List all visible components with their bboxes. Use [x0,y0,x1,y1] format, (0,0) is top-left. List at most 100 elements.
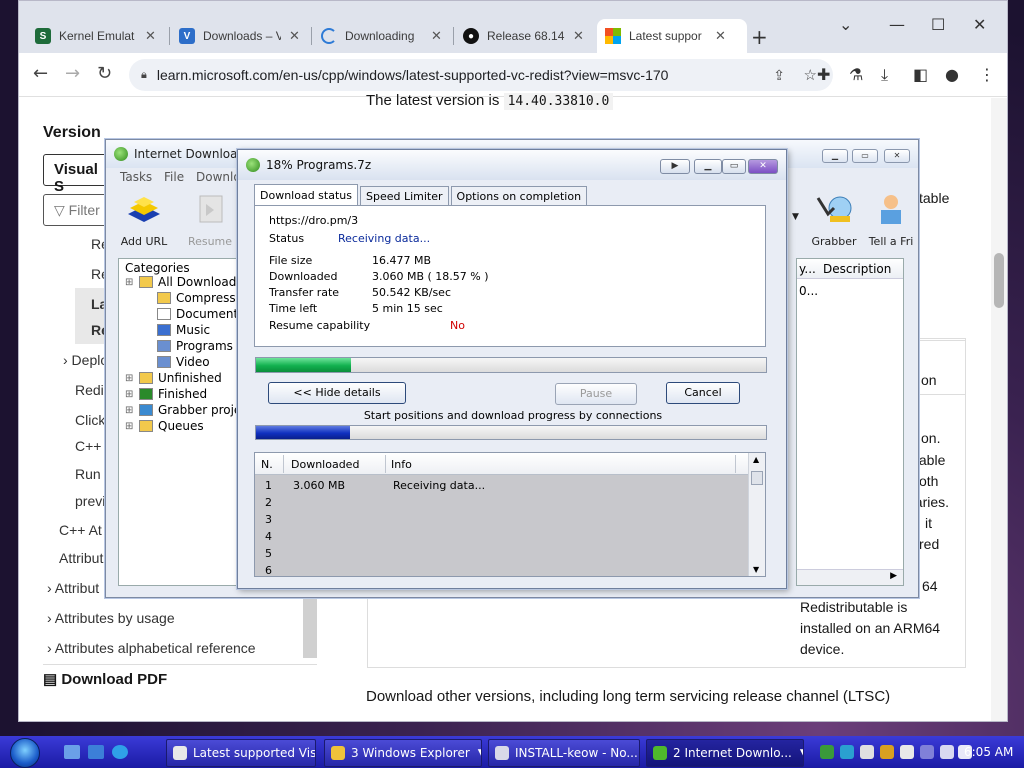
network-tray-icon[interactable] [840,745,854,759]
column-header[interactable]: y... [799,262,816,276]
maximize-icon[interactable]: ☐ [931,15,945,34]
profile-avatar-icon[interactable]: ● [945,65,959,84]
taskbar-button[interactable]: Latest supported Vis... [166,739,316,767]
column-header-downloaded[interactable]: Downloaded [291,458,359,471]
expand-icon[interactable]: ⊞ [125,373,133,384]
forward-arrow-icon[interactable]: → [65,63,80,84]
close-icon[interactable]: ✕ [884,149,910,163]
close-icon[interactable]: ✕ [748,159,778,174]
category-item[interactable]: ⊞ Unfinished [125,371,222,385]
connection-row[interactable]: 5 [255,545,750,562]
sidepanel-icon[interactable]: ◧ [913,65,928,84]
pause-button[interactable]: Pause [555,383,637,405]
close-icon[interactable]: ✕ [715,28,726,44]
close-icon[interactable]: ✕ [289,28,300,44]
category-item[interactable]: Compresse [157,291,243,305]
idm-menu-file[interactable]: File [164,170,184,184]
idm-menu-downloads[interactable]: Downlo [196,170,241,184]
bookmark-star-icon[interactable]: ☆ [804,66,817,84]
extensions-puzzle-icon[interactable]: ✚ [817,65,830,84]
tab-options-on-completion[interactable]: Options on completion [450,186,588,206]
category-item[interactable]: ⊞ All Downloads [125,275,243,289]
idm-menu-tasks[interactable]: Tasks [120,170,152,184]
maximize-icon[interactable]: ▭ [852,149,878,163]
scroll-right-icon[interactable]: ▶ [890,571,897,581]
category-item[interactable]: ⊞ Finished [125,387,207,401]
toc-item[interactable]: Attribut [59,550,103,566]
taskbar-button[interactable]: 2 Internet Downlo...▼ [646,739,804,767]
menu-kebab-icon[interactable]: ⋮ [979,65,995,84]
category-item[interactable]: Programs [157,339,233,353]
toc-item[interactable]: › Deplo [63,352,108,368]
column-header-description[interactable]: Description [823,262,891,276]
category-item[interactable]: Video [157,355,210,369]
hide-details-button[interactable]: << Hide details [268,382,406,404]
expand-icon[interactable]: ⊞ [125,421,133,432]
close-icon[interactable]: ✕ [145,28,156,44]
toc-item[interactable]: › Attributes alphabetical reference [47,640,256,656]
taskbar-button[interactable]: INSTALL-keow - No... [488,739,640,767]
column-header-n[interactable]: N. [261,458,273,471]
page-scrollbar[interactable] [991,98,1007,721]
tell-a-friend-button[interactable]: Tell a Fri [862,192,920,248]
tab-download-status[interactable]: Download status [254,184,358,206]
download-pdf-link[interactable]: ▤ Download PDF [43,670,167,688]
new-tab-button[interactable]: + [751,25,768,49]
chevron-down-icon[interactable]: ⌄ [839,15,852,34]
tab-speed-limiter[interactable]: Speed Limiter [359,186,449,206]
scroll-down-icon[interactable]: ▼ [753,565,759,574]
horizontal-scrollbar[interactable]: ▶ [797,569,903,585]
internet-explorer-icon[interactable] [112,745,128,759]
toc-item[interactable]: › Attributes by usage [47,610,175,626]
chevron-down-icon[interactable]: ▼ [470,748,481,758]
switch-windows-icon[interactable] [88,745,104,759]
minimize-icon[interactable]: ▁ [822,149,848,163]
tray-flag-icon[interactable] [900,745,914,759]
download-icon[interactable]: ⤓ [881,65,888,85]
connection-row[interactable]: 2 [255,494,750,511]
minimize-icon[interactable]: — [889,15,905,34]
connection-row[interactable]: 1 3.060 MB Receiving data... [255,477,750,494]
restore-icon[interactable]: ▭ [722,159,746,174]
idm-tray-icon[interactable] [820,745,834,759]
reload-icon[interactable]: ↻ [97,63,112,84]
address-bar[interactable]: 🔒︎ learn.microsoft.com/en-us/cpp/windows… [129,59,833,91]
chevron-down-icon[interactable]: ▼ [792,748,803,758]
back-arrow-icon[interactable]: ← [33,63,48,84]
shield-icon[interactable] [880,745,894,759]
add-url-button[interactable]: Add URL [114,192,174,248]
cancel-button[interactable]: Cancel [666,382,740,404]
category-item[interactable]: Documents [157,307,244,321]
minimize-icon[interactable]: ▁ [694,159,722,174]
connection-row[interactable]: 4 [255,528,750,545]
scroll-up-icon[interactable]: ▲ [753,455,759,464]
toc-item[interactable]: C++ At [59,522,102,538]
column-header-info[interactable]: Info [391,458,412,471]
expand-icon[interactable]: ⊞ [125,405,133,416]
connections-scrollbar-thumb[interactable] [751,471,763,485]
close-icon[interactable]: ✕ [573,28,584,44]
expand-icon[interactable]: ⊞ [125,389,133,400]
show-desktop-icon[interactable] [64,745,80,759]
page-scrollbar-thumb[interactable] [994,253,1004,308]
toc-item[interactable]: › Attribut [47,580,99,596]
grabber-button[interactable]: Grabber [804,192,864,248]
connection-row[interactable]: 6 [255,562,750,576]
browser-tab-downloading[interactable]: Downloading ✕ [313,19,450,53]
category-item[interactable]: ⊞ Grabber projec [125,403,248,417]
close-window-icon[interactable]: ✕ [973,15,986,34]
display-tray-icon[interactable] [940,745,954,759]
connection-row[interactable]: 3 [255,511,750,528]
close-icon[interactable]: ✕ [431,28,442,44]
toc-item[interactable]: C++ [75,438,101,454]
browser-tab-release[interactable]: ● Release 68.14 ✕ [455,19,592,53]
play-icon[interactable]: ▶ [660,159,690,174]
category-item[interactable]: Music [157,323,210,337]
tray-app-icon[interactable] [860,745,874,759]
category-item[interactable]: ⊞ Queues [125,419,204,433]
flask-icon[interactable]: ⚗ [849,65,863,84]
browser-tab-kernel[interactable]: S Kernel Emulat ✕ [27,19,164,53]
toc-scrollbar-thumb[interactable] [303,598,317,658]
resume-button[interactable]: Resume [180,192,240,248]
toolbar-dropdown-arrow-icon[interactable]: ▼ [792,212,799,222]
